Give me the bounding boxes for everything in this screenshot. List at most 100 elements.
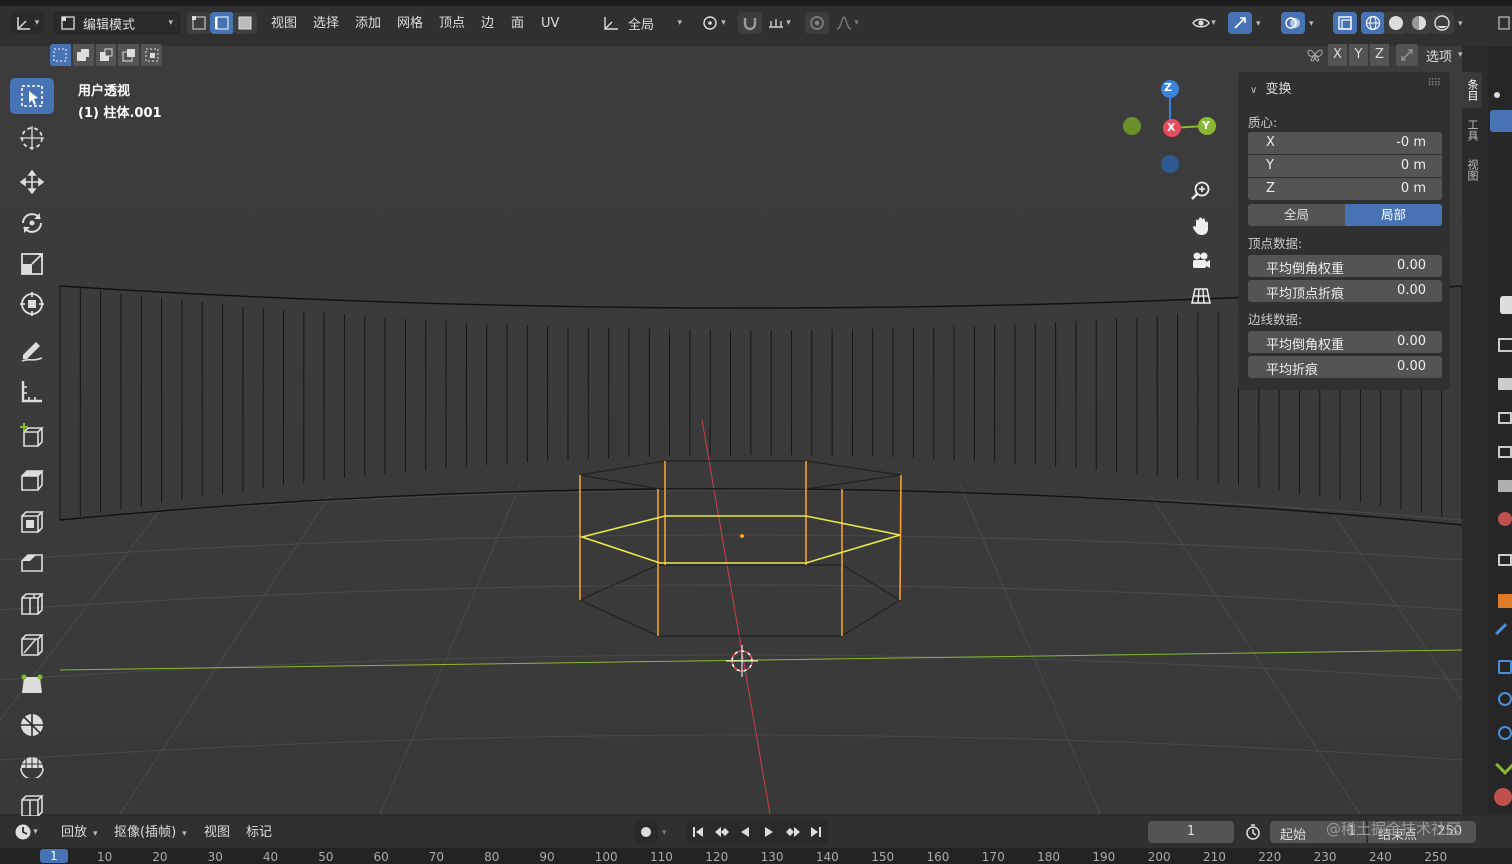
menu-vertex[interactable]: 顶点 bbox=[439, 14, 465, 34]
camera-view-button[interactable] bbox=[1186, 246, 1216, 276]
menu-add[interactable]: 添加 bbox=[355, 14, 381, 34]
menu-mesh[interactable]: 网格 bbox=[397, 14, 423, 34]
edge-bevel-weight-field[interactable]: 平均倒角权重 0.00 bbox=[1248, 331, 1442, 353]
current-frame-field[interactable]: 1 bbox=[1148, 821, 1234, 843]
chevron-down-icon[interactable]: ▾ bbox=[1256, 14, 1261, 34]
data-mesh-icon[interactable] bbox=[1495, 755, 1512, 775]
particles-icon[interactable] bbox=[1498, 660, 1512, 674]
tool-move[interactable] bbox=[10, 164, 54, 200]
zoom-button[interactable] bbox=[1186, 176, 1216, 206]
wrench-screwdriver-icon[interactable] bbox=[1498, 338, 1512, 352]
tool-knife[interactable] bbox=[10, 627, 54, 663]
tool-add-cube[interactable] bbox=[10, 418, 54, 454]
tool-measure[interactable] bbox=[10, 373, 54, 409]
drag-handle-icon[interactable]: ⠿⠿ bbox=[1427, 78, 1441, 89]
select-intersect-button[interactable] bbox=[141, 44, 162, 66]
tool-scale[interactable] bbox=[10, 246, 54, 282]
modifier-wrench-icon[interactable] bbox=[1495, 623, 1512, 643]
tool-spin[interactable] bbox=[10, 707, 54, 743]
gizmo-toggle-button[interactable] bbox=[1228, 12, 1252, 34]
active-tool-tab[interactable] bbox=[1490, 110, 1512, 132]
median-z-field[interactable]: Z 0 m bbox=[1248, 178, 1442, 200]
tool-poly-build[interactable] bbox=[10, 667, 54, 703]
render-icon[interactable] bbox=[1498, 378, 1512, 390]
mode-dropdown[interactable]: 编辑模式 ▾ bbox=[54, 12, 180, 34]
material-icon[interactable] bbox=[1494, 788, 1512, 806]
tool-properties-icon[interactable] bbox=[1500, 296, 1512, 314]
shading-wireframe-button[interactable] bbox=[1361, 12, 1385, 34]
mirror-options-button[interactable] bbox=[1304, 44, 1326, 66]
auto-merge-button[interactable] bbox=[1396, 44, 1418, 66]
menu-select[interactable]: 选择 bbox=[313, 14, 339, 34]
play-button[interactable] bbox=[757, 821, 781, 843]
editor-type-button[interactable]: ▾ bbox=[10, 12, 44, 34]
vertex-select-mode-button[interactable] bbox=[187, 12, 211, 34]
frame-ruler[interactable]: 1 10 20 30 40 50 60 70 80 90 100 110 120 130 140 150 160… bbox=[0, 848, 1512, 864]
timeline-editor-type-button[interactable]: ▾ bbox=[8, 821, 44, 843]
mirror-z-button[interactable]: Z bbox=[1370, 44, 1389, 66]
tool-annotate[interactable] bbox=[10, 332, 54, 368]
median-y-field[interactable]: Y 0 m bbox=[1248, 155, 1442, 177]
tool-cursor[interactable] bbox=[10, 120, 54, 156]
select-invert-button[interactable] bbox=[118, 44, 140, 66]
pivot-point-button[interactable]: ▾ bbox=[698, 12, 730, 34]
vertex-bevel-weight-field[interactable]: 平均倒角权重 0.00 bbox=[1248, 255, 1442, 277]
prev-keyframe-button[interactable] bbox=[710, 821, 734, 843]
sidebar-toggle-button[interactable] bbox=[1496, 12, 1512, 34]
edge-crease-field[interactable]: 平均折痕 0.00 bbox=[1248, 356, 1442, 378]
orientation-dropdown[interactable]: 全局 ▾ bbox=[596, 12, 688, 34]
xray-toggle-button[interactable] bbox=[1333, 12, 1357, 34]
chevron-down-icon[interactable]: ▾ bbox=[1458, 14, 1463, 34]
menu-uv[interactable]: UV bbox=[541, 14, 559, 34]
jump-end-button[interactable] bbox=[804, 821, 828, 843]
chevron-down-icon[interactable]: ▾ bbox=[1309, 14, 1314, 34]
tab-tool[interactable]: 工具 bbox=[1462, 112, 1482, 148]
options-dropdown[interactable]: 选项 ▾ bbox=[1426, 44, 1463, 66]
tool-smooth[interactable] bbox=[10, 746, 54, 782]
mirror-y-button[interactable]: Y bbox=[1349, 44, 1368, 66]
preview-range-button[interactable] bbox=[1242, 822, 1264, 842]
overlay-toggle-button[interactable] bbox=[1281, 12, 1305, 34]
play-reverse-button[interactable] bbox=[733, 821, 757, 843]
tool-bevel[interactable] bbox=[10, 545, 54, 581]
face-select-mode-button[interactable] bbox=[233, 12, 257, 34]
menu-playback[interactable]: 回放 ▾ bbox=[61, 823, 98, 843]
tool-inset[interactable] bbox=[10, 504, 54, 540]
select-extend-button[interactable] bbox=[72, 44, 94, 66]
vertex-crease-field[interactable]: 平均顶点折痕 0.00 bbox=[1248, 280, 1442, 302]
current-frame-marker[interactable]: 1 bbox=[40, 849, 68, 863]
select-subtract-button[interactable] bbox=[95, 44, 117, 66]
shading-rendered-button[interactable] bbox=[1430, 12, 1454, 34]
visibility-button[interactable]: ▾ bbox=[1186, 12, 1222, 34]
tool-transform[interactable] bbox=[10, 286, 54, 322]
proportional-edit-button[interactable] bbox=[805, 12, 829, 34]
auto-keying-button[interactable] bbox=[634, 821, 658, 843]
shading-solid-button[interactable] bbox=[1384, 12, 1408, 34]
tool-rotate[interactable] bbox=[10, 205, 54, 241]
menu-edge[interactable]: 边 bbox=[481, 14, 494, 34]
world-icon[interactable] bbox=[1498, 512, 1512, 526]
scene-icon[interactable] bbox=[1498, 480, 1512, 492]
object-icon[interactable] bbox=[1498, 594, 1512, 608]
tab-item[interactable]: 条目 bbox=[1462, 72, 1482, 108]
perspective-toggle-button[interactable] bbox=[1186, 281, 1216, 311]
median-x-field[interactable]: X -0 m bbox=[1248, 132, 1442, 154]
chevron-down-icon[interactable]: ▾ bbox=[662, 823, 667, 843]
gizmo-y-label[interactable]: Y bbox=[1202, 119, 1210, 132]
space-local-button[interactable]: 局部 bbox=[1345, 204, 1442, 226]
collection-icon[interactable] bbox=[1498, 554, 1512, 566]
select-new-button[interactable] bbox=[50, 44, 71, 66]
menu-timeline-view[interactable]: 视图 bbox=[204, 823, 230, 843]
snap-toggle-button[interactable] bbox=[738, 12, 762, 34]
tab-view[interactable]: 视图 bbox=[1462, 152, 1482, 188]
gizmo-x-label[interactable]: X bbox=[1167, 121, 1175, 134]
next-keyframe-button[interactable] bbox=[781, 821, 805, 843]
gizmo-z-label[interactable]: Z bbox=[1164, 81, 1172, 94]
mirror-x-button[interactable]: X bbox=[1328, 44, 1347, 66]
tool-loop-cut[interactable] bbox=[10, 586, 54, 622]
space-global-button[interactable]: 全局 bbox=[1248, 204, 1345, 226]
menu-view[interactable]: 视图 bbox=[271, 14, 297, 34]
view-layer-icon[interactable] bbox=[1498, 446, 1512, 458]
tool-extrude[interactable] bbox=[10, 462, 54, 498]
physics-icon[interactable] bbox=[1498, 692, 1512, 706]
